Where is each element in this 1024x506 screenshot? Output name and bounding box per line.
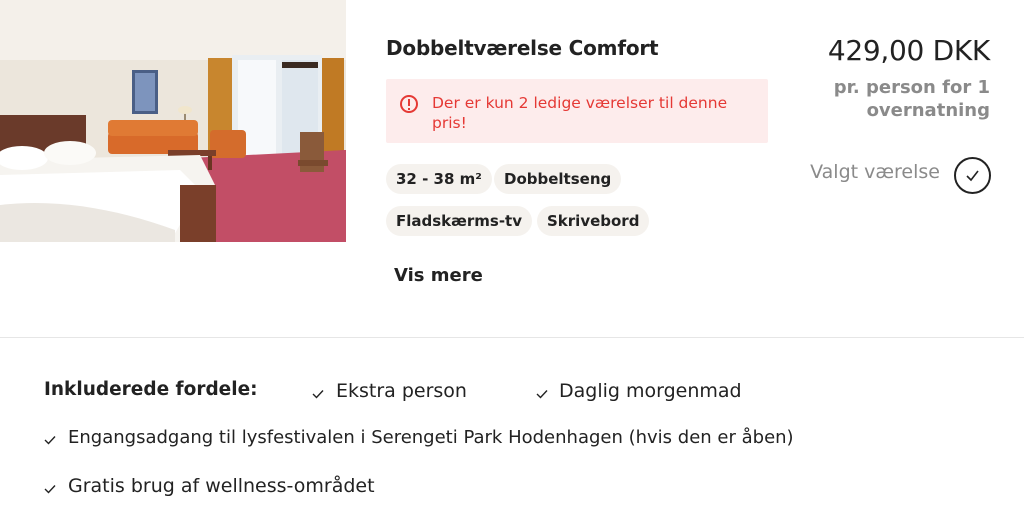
select-room-toggle[interactable] [954,157,991,194]
feature-chip-bed: Dobbeltseng [494,164,622,194]
price-note: pr. person for 1 overnatning [833,77,990,121]
check-icon [44,485,56,494]
show-more-link[interactable]: Vis mere [394,265,483,286]
feature-chip-tv: Fladskærms-tv [386,206,532,236]
room-price: 429,00 DKK [827,34,990,67]
benefits-heading: Inkluderede fordele: [44,379,258,400]
benefit-item: Ekstra person [336,380,467,402]
availability-alert: Der er kun 2 ledige værelser til denne p… [386,79,768,143]
feature-chip-size: 32 - 38 m² [386,164,492,194]
selected-room-label: Valgt værelse [810,161,940,183]
room-photo[interactable] [0,0,346,242]
benefit-item: Gratis brug af wellness-området [68,475,375,497]
alert-circle-icon [400,95,418,113]
room-photo-illustration [0,0,346,242]
checkmark-icon [966,170,979,182]
check-icon [44,436,56,445]
benefit-item: Daglig morgenmad [559,380,742,402]
availability-alert-text: Der er kun 2 ledige værelser til denne p… [432,94,728,132]
room-title: Dobbeltværelse Comfort [386,36,659,60]
feature-chip-desk: Skrivebord [537,206,650,236]
included-benefits: Inkluderede fordele: Ekstra person Dagli… [0,339,1024,506]
check-icon [536,390,548,399]
benefit-item: Engangsadgang til lysfestivalen i Sereng… [68,427,794,448]
check-icon [312,390,324,399]
room-card: Dobbeltværelse Comfort Der er kun 2 ledi… [0,0,1024,338]
